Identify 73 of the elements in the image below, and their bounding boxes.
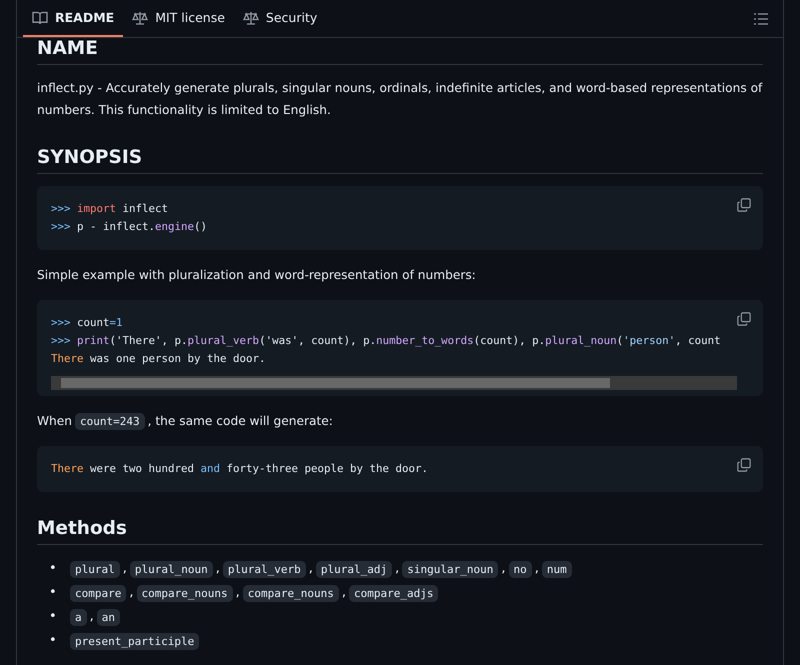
inline-code: plural_adj bbox=[316, 560, 392, 578]
paragraph-text: , bbox=[216, 560, 220, 578]
paragraph-text: , bbox=[129, 584, 134, 602]
paragraph-text: , bbox=[122, 560, 127, 578]
code-token: were two hundred bbox=[89, 462, 196, 475]
code-token: =1 bbox=[110, 316, 123, 329]
code-token: print bbox=[77, 334, 110, 347]
inline-code: singular_noun bbox=[402, 560, 498, 578]
inline-code: num bbox=[542, 560, 572, 578]
code-token: p - inflect. bbox=[77, 220, 156, 233]
paragraph-text: , bbox=[395, 560, 400, 578]
tab[interactable]: Security bbox=[234, 0, 326, 37]
inline-code: plural_verb bbox=[222, 560, 306, 578]
inline-code: an bbox=[96, 608, 120, 626]
inline-code: plural bbox=[70, 560, 120, 578]
inline-code: compare_nouns bbox=[242, 584, 339, 602]
inline-code: a bbox=[70, 608, 87, 626]
inline-code: count=243 bbox=[75, 413, 145, 430]
copy-icon[interactable] bbox=[737, 458, 751, 472]
bullet: • bbox=[49, 608, 58, 626]
code-token: plural_noun bbox=[545, 334, 617, 347]
code-token: >>> bbox=[51, 316, 72, 329]
paragraph-text: , bbox=[90, 608, 94, 626]
code-token: ('was', count), p. bbox=[259, 334, 376, 347]
code-token: >>> bbox=[51, 202, 72, 215]
code-token: engine bbox=[155, 220, 194, 233]
section-heading: NAME bbox=[37, 38, 763, 65]
copy-icon[interactable] bbox=[737, 312, 751, 326]
code-token: plural_verb bbox=[188, 334, 260, 347]
code-token: was one person by the door. bbox=[89, 352, 266, 365]
code-token: There bbox=[51, 352, 84, 365]
bullet: • bbox=[49, 560, 58, 578]
section-heading: Methods bbox=[37, 518, 763, 545]
paragraph-text: , bbox=[308, 560, 313, 578]
horizontal-scrollbar[interactable] bbox=[51, 376, 737, 390]
code-token: ('There', p. bbox=[110, 334, 188, 347]
code-token: count bbox=[77, 316, 110, 329]
code-token: and bbox=[200, 462, 220, 475]
bullet: • bbox=[49, 584, 58, 602]
code-token: 'person' bbox=[623, 334, 676, 347]
tab[interactable]: MIT license bbox=[123, 0, 234, 37]
bullet: • bbox=[49, 632, 58, 650]
scale-icon bbox=[242, 10, 259, 24]
code-token: >>> bbox=[51, 220, 72, 233]
inline-code: compare bbox=[70, 584, 126, 602]
inline-code: compare_adjs bbox=[348, 584, 438, 602]
code-token: import bbox=[77, 202, 116, 215]
code-token: () bbox=[194, 220, 208, 233]
scale-icon bbox=[132, 10, 148, 24]
inline-code: no bbox=[508, 560, 532, 578]
code-token: forty-three people by the door. bbox=[226, 462, 428, 475]
code-token: There bbox=[51, 462, 84, 475]
paragraph-text: , bbox=[501, 560, 506, 578]
code-token: >>> bbox=[51, 334, 72, 347]
book-icon bbox=[32, 10, 48, 24]
code-token: inflect bbox=[122, 202, 168, 215]
code-token: ( bbox=[616, 334, 624, 347]
copy-icon[interactable] bbox=[737, 198, 751, 212]
code-token: number_to_words bbox=[376, 334, 474, 347]
code-token: (count), p. bbox=[474, 334, 546, 347]
paragraph: inflect.py - Accurately generate plurals, singular nouns, ordinals, indefinite articles, and word-based representations of numbers. This functionality is limited to English. bbox=[37, 80, 763, 119]
inline-code: present_participle bbox=[70, 632, 200, 650]
inline-code: compare_nouns bbox=[136, 584, 233, 602]
inline-code: plural_noun bbox=[130, 560, 213, 578]
paragraph-text: , bbox=[236, 584, 240, 602]
paragraph: Simple example with pluralization and word-representation of numbers: bbox=[37, 267, 477, 284]
paragraph-text: , the same code will generate: bbox=[148, 414, 333, 428]
paragraph-text: , bbox=[342, 584, 346, 602]
section-heading: SYNOPSIS bbox=[37, 147, 763, 174]
tab[interactable]: README bbox=[23, 0, 124, 37]
paragraph-text: , bbox=[534, 560, 539, 578]
code-token: , count bbox=[675, 334, 721, 347]
paragraph-text: When bbox=[37, 414, 72, 428]
